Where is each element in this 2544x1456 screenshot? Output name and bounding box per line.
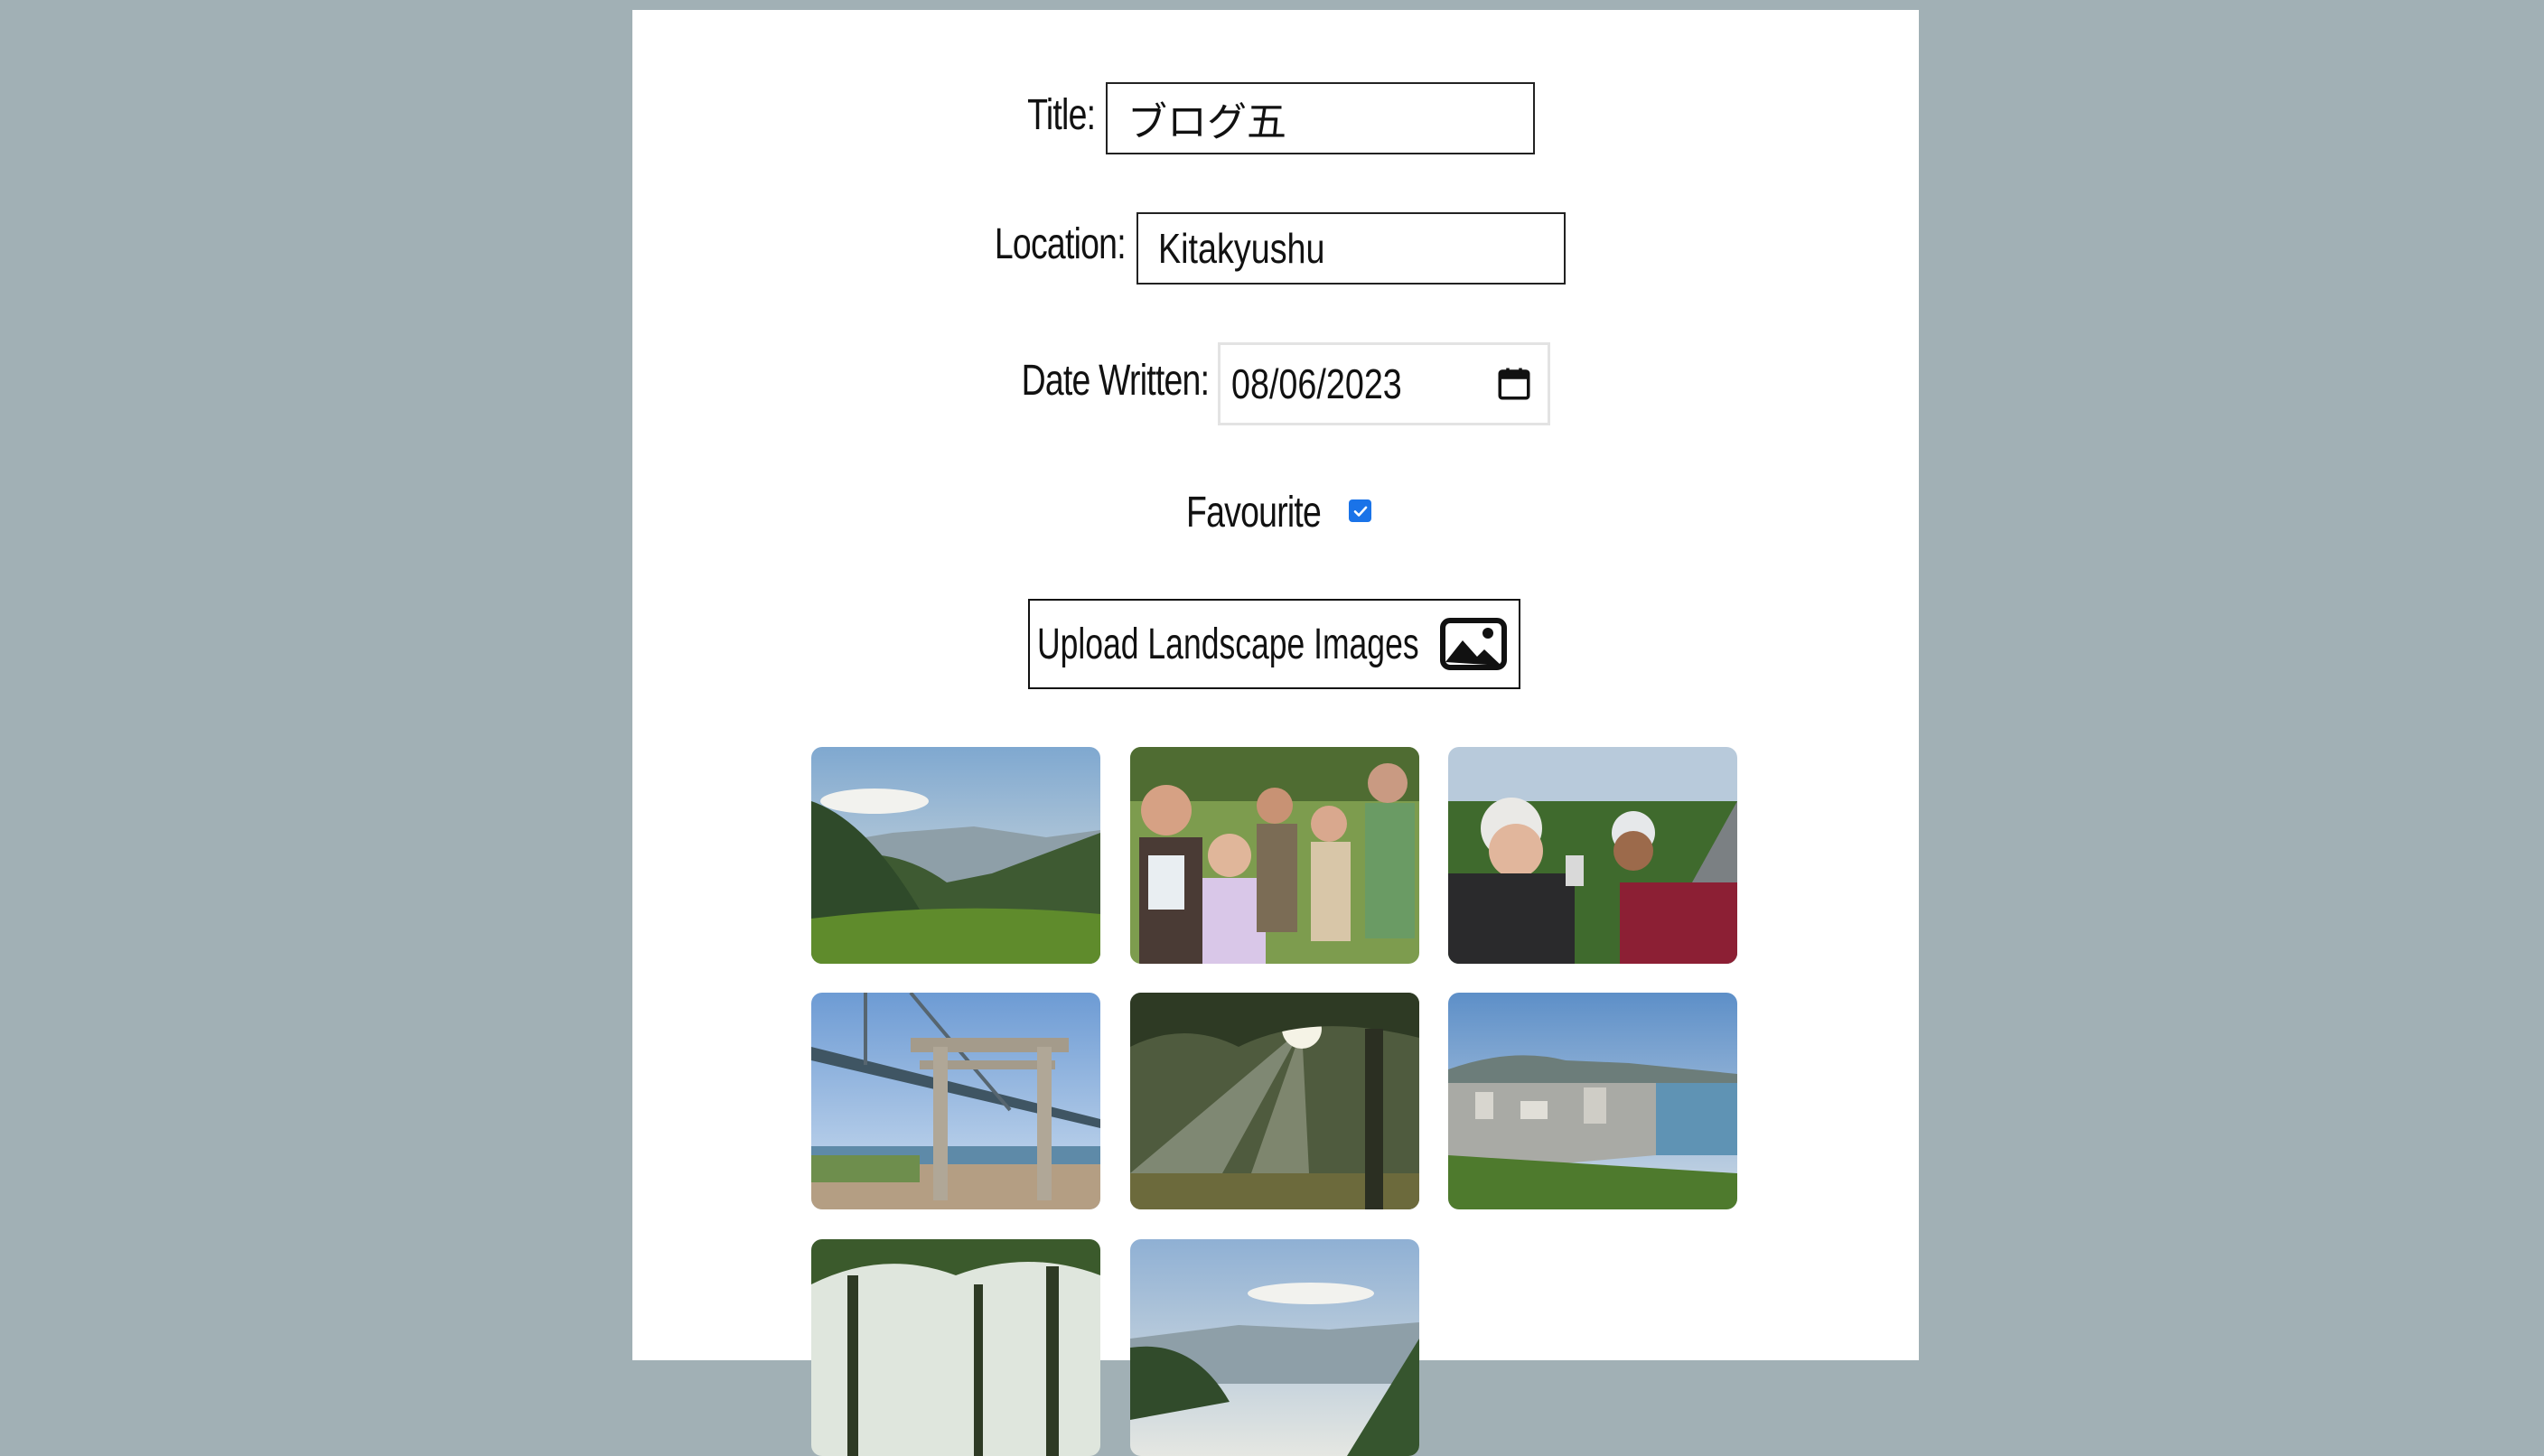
gallery-image-group-selfie-park[interactable] (1130, 747, 1419, 964)
gallery-image-forest-trees[interactable] (811, 1239, 1100, 1456)
date-input-value: 08/06/2023 (1231, 360, 1402, 407)
upload-images-label: Upload Landscape Images (1037, 620, 1419, 668)
forest-sun-rays-image (1130, 993, 1419, 1209)
location-input-value: Kitakyushu (1158, 225, 1325, 272)
torii-gate-bridge-image (811, 993, 1100, 1209)
gallery-image-mountain-bay-view[interactable] (811, 747, 1100, 964)
gallery-image-forest-sun-rays[interactable] (1130, 993, 1419, 1209)
checkmark-icon (1353, 506, 1367, 517)
image-icon (1440, 618, 1507, 670)
title-label: Title: (1026, 91, 1096, 139)
upload-images-button[interactable]: Upload Landscape Images (1028, 599, 1520, 689)
group-selfie-park-image (1130, 747, 1419, 964)
gallery-image-cyclists-selfie[interactable] (1448, 747, 1737, 964)
favourite-checkbox[interactable] (1349, 499, 1371, 522)
city-harbour-view-image (1448, 993, 1737, 1209)
mountain-view-2-image (1130, 1239, 1419, 1456)
forest-trees-image (811, 1239, 1100, 1456)
cyclists-selfie-image (1448, 747, 1737, 964)
favourite-label: Favourite (1185, 489, 1322, 537)
title-input-value: ブログ五 (1127, 99, 1286, 145)
location-label: Location: (995, 220, 1127, 268)
calendar-icon[interactable] (1495, 365, 1533, 403)
location-input[interactable]: Kitakyushu (1136, 212, 1566, 285)
date-input[interactable]: 08/06/2023 (1218, 342, 1550, 425)
gallery-image-city-harbour-view[interactable] (1448, 993, 1737, 1209)
gallery-image-mountain-view-2[interactable] (1130, 1239, 1419, 1456)
gallery-image-torii-gate-bridge[interactable] (811, 993, 1100, 1209)
title-input[interactable]: ブログ五 (1106, 82, 1535, 154)
date-label: Date Written: (1021, 357, 1209, 405)
mountain-bay-view-image (811, 747, 1100, 964)
